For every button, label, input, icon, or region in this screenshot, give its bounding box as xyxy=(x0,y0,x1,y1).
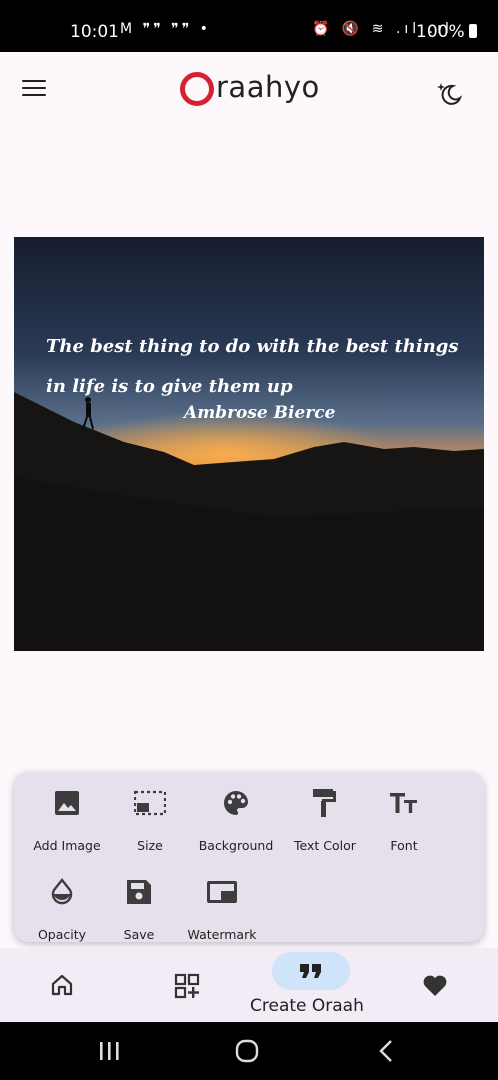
size-tool[interactable]: Size xyxy=(105,786,195,853)
watermark-tool[interactable]: Watermark xyxy=(177,875,267,942)
font-tool[interactable]: Font xyxy=(359,786,449,853)
status-time: 10:01 xyxy=(70,22,119,42)
paint-roller-icon xyxy=(313,789,336,817)
quote-text[interactable]: The best thing to do with the best thing… xyxy=(46,327,466,407)
text-fields-icon xyxy=(390,793,417,813)
heart-icon[interactable] xyxy=(422,974,448,998)
add-image-label: Add Image xyxy=(33,838,101,853)
quote-canvas[interactable]: The best thing to do with the best thing… xyxy=(14,237,484,651)
add-image-tool[interactable]: Add Image xyxy=(22,786,112,853)
home-circle-icon[interactable] xyxy=(235,1039,259,1063)
text-color-label: Text Color xyxy=(294,838,356,853)
create-oraah-label[interactable]: Create Oraah xyxy=(250,996,364,1016)
create-oraah-tab[interactable] xyxy=(272,952,350,990)
size-label: Size xyxy=(137,838,163,853)
save-floppy-icon xyxy=(127,880,151,904)
resize-icon xyxy=(134,790,166,816)
watermark-label: Watermark xyxy=(187,927,257,942)
moon-star-icon[interactable] xyxy=(436,80,462,106)
logo-ring-icon xyxy=(180,72,214,106)
recents-icon[interactable] xyxy=(99,1041,121,1061)
watermark-icon xyxy=(207,881,237,903)
quote-marks-icon xyxy=(300,964,321,978)
battery-indicator: 100% xyxy=(416,22,477,42)
logo-text: raahyo xyxy=(216,70,320,104)
qr-code-add-icon[interactable] xyxy=(174,973,200,999)
back-icon[interactable] xyxy=(378,1039,394,1063)
editor-tools-panel: Add Image Size Background Text Color Fon… xyxy=(14,772,484,942)
palette-icon xyxy=(224,791,248,815)
background-tool[interactable]: Background xyxy=(191,786,281,853)
system-navigation-bar xyxy=(0,1022,498,1080)
font-label: Font xyxy=(390,838,418,853)
background-label: Background xyxy=(198,838,274,853)
opacity-drop-icon xyxy=(51,878,73,905)
quote-author[interactable]: Ambrose Bierce xyxy=(184,403,335,423)
notification-icons: M ❞❞ ❞❞ • xyxy=(120,21,211,37)
home-icon[interactable] xyxy=(50,973,74,997)
text-color-tool[interactable]: Text Color xyxy=(280,786,370,853)
save-label: Save xyxy=(123,927,155,942)
image-icon xyxy=(55,791,79,815)
battery-icon xyxy=(468,24,477,38)
battery-percent: 100% xyxy=(416,22,465,42)
status-bar: 10:01 M ❞❞ ❞❞ • ⏰ 🔇 ≋ .ıl .ıl 100% xyxy=(0,0,498,52)
save-tool[interactable]: Save xyxy=(94,875,184,942)
background-image xyxy=(14,237,484,651)
hamburger-menu-icon[interactable] xyxy=(22,80,46,98)
